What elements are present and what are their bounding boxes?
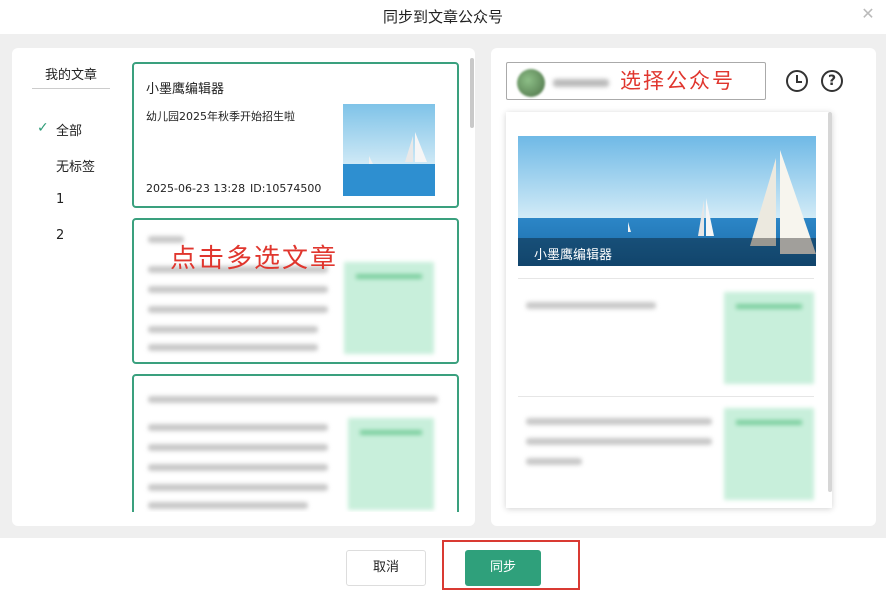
sync-button[interactable]: 同步 bbox=[465, 550, 541, 586]
check-icon: ✓ bbox=[37, 120, 49, 136]
account-name bbox=[553, 79, 609, 87]
article-date: 2025-06-23 13:28 bbox=[146, 182, 246, 195]
article-card[interactable]: 点击多选文章 bbox=[132, 218, 459, 364]
preview-scrollbar[interactable] bbox=[828, 112, 832, 492]
close-icon[interactable]: ✕ bbox=[860, 6, 876, 22]
article-list: 小墨鹰编辑器 幼儿园2025年秋季开始招生啦 2025-06-23 13:28 … bbox=[132, 62, 460, 512]
avatar bbox=[517, 69, 545, 97]
multi-select-annotation: 点击多选文章 bbox=[170, 244, 339, 274]
article-panel: 我的文章 ✓ 全部 无标签 1 2 小墨鹰编辑器 幼儿园2025年秋季开始招生啦… bbox=[12, 48, 475, 526]
sidebar-item-all[interactable]: 全部 bbox=[56, 120, 82, 139]
article-thumbnail bbox=[343, 104, 435, 196]
dialog-title: 同步到文章公众号 bbox=[382, 8, 503, 26]
sidebar-divider bbox=[32, 88, 110, 89]
article-card[interactable] bbox=[132, 374, 459, 512]
sidebar-item-untagged[interactable]: 无标签 bbox=[56, 156, 95, 175]
sidebar-title: 我的文章 bbox=[44, 68, 97, 83]
preview-cover[interactable]: 小墨鹰编辑器 bbox=[518, 136, 816, 266]
preview-cover-caption: 小墨鹰编辑器 bbox=[518, 238, 816, 266]
account-preview: 小墨鹰编辑器 bbox=[506, 112, 832, 508]
sidebar-item-tag-1[interactable]: 1 bbox=[56, 192, 64, 207]
article-account: 小墨鹰编辑器 bbox=[146, 82, 225, 97]
article-id: ID:10574500 bbox=[250, 182, 322, 195]
article-card[interactable]: 小墨鹰编辑器 幼儿园2025年秋季开始招生啦 2025-06-23 13:28 … bbox=[132, 62, 459, 208]
history-icon[interactable] bbox=[786, 70, 808, 92]
preview-panel: 选择公众号 ? 小墨鹰编辑器 bbox=[491, 48, 876, 526]
article-title: 幼儿园2025年秋季开始招生啦 bbox=[146, 110, 295, 123]
dialog-titlebar: 同步到文章公众号 ✕ bbox=[0, 0, 886, 34]
account-select[interactable]: 选择公众号 bbox=[506, 62, 766, 100]
choose-account-annotation: 选择公众号 bbox=[620, 69, 735, 93]
dialog-body: 我的文章 ✓ 全部 无标签 1 2 小墨鹰编辑器 幼儿园2025年秋季开始招生啦… bbox=[0, 34, 886, 538]
article-list-scrollbar[interactable] bbox=[470, 58, 474, 128]
cancel-button[interactable]: 取消 bbox=[346, 550, 426, 586]
help-icon[interactable]: ? bbox=[821, 70, 843, 92]
sidebar-item-tag-2[interactable]: 2 bbox=[56, 228, 64, 243]
dialog-footer: 取消 同步 bbox=[0, 538, 886, 593]
